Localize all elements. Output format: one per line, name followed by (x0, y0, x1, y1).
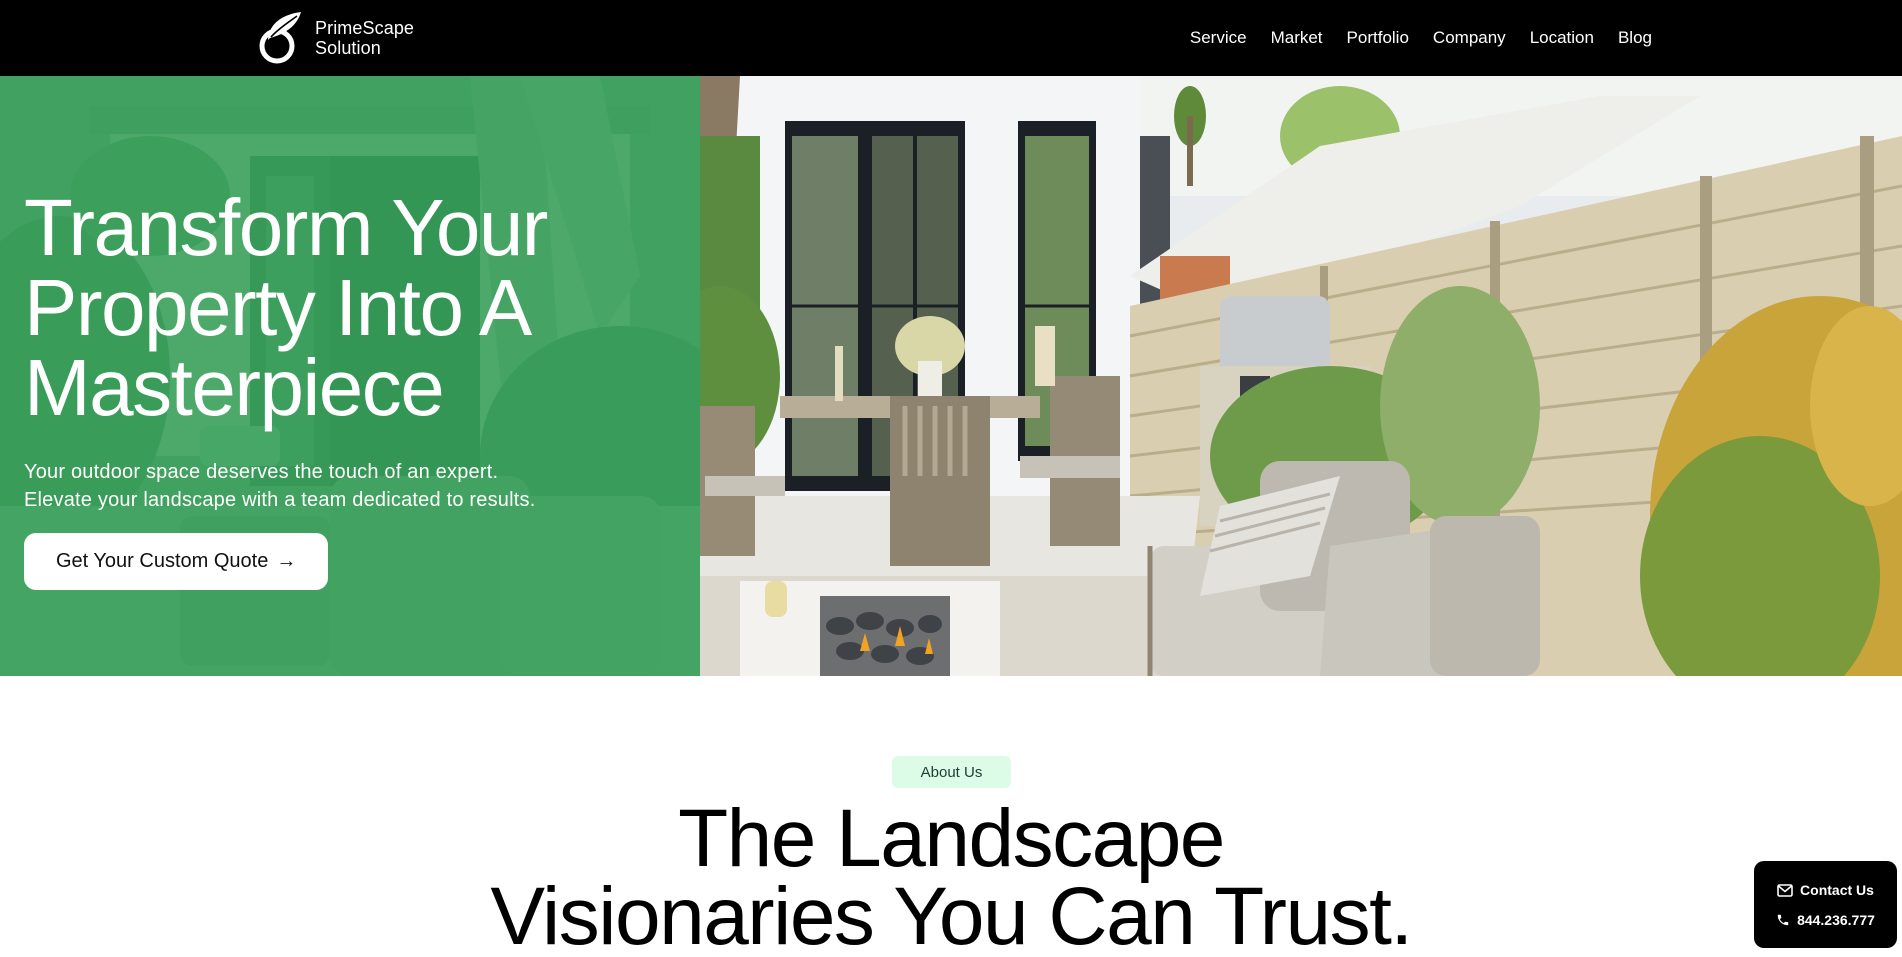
hero-subtitle-line1: Your outdoor space deserves the touch of… (24, 461, 499, 483)
hero-title-line1: Transform Your (24, 183, 548, 272)
nav-item-portfolio[interactable]: Portfolio (1347, 28, 1409, 48)
hero-subtitle: Your outdoor space deserves the touch of… (24, 458, 684, 514)
brand-name-line1: PrimeScape (315, 18, 415, 38)
brand-name-line2: Solution (315, 38, 381, 58)
leaf-ring-icon (259, 12, 301, 64)
hero-subtitle-line2: Elevate your landscape with a team dedic… (24, 489, 536, 511)
hero-title-line2: Property Into A (24, 263, 532, 352)
phone-number: 844.236.777 (1797, 912, 1875, 928)
nav-item-blog[interactable]: Blog (1618, 28, 1652, 48)
hero-left-panel: Transform Your Property Into A Masterpie… (0, 76, 700, 676)
hero-section: Transform Your Property Into A Masterpie… (0, 76, 1902, 676)
contact-widget: Contact Us 844.236.777 (1754, 861, 1897, 948)
nav-item-service[interactable]: Service (1190, 28, 1247, 48)
about-us-badge: About Us (892, 756, 1011, 788)
phone-link[interactable]: 844.236.777 (1754, 905, 1897, 935)
contact-us-label: Contact Us (1800, 882, 1874, 898)
arrow-right-icon: → (276, 550, 297, 572)
hero-title: Transform Your Property Into A Masterpie… (24, 188, 684, 428)
patio-photo (700, 76, 1902, 676)
get-quote-button[interactable]: Get Your Custom Quote → (24, 533, 329, 590)
get-quote-button-label: Get Your Custom Quote (56, 550, 269, 572)
nav-item-company[interactable]: Company (1433, 28, 1506, 48)
hero-patio-image (700, 76, 1902, 676)
nav-item-location[interactable]: Location (1530, 28, 1594, 48)
main-nav: Service Market Portfolio Company Locatio… (1190, 0, 1652, 76)
nav-item-market[interactable]: Market (1271, 28, 1323, 48)
about-heading-line2: Visionaries You Can Trust. (490, 871, 1413, 957)
contact-us-button[interactable]: Contact Us (1754, 875, 1897, 905)
brand-wordmark: PrimeScape Solution (315, 18, 414, 58)
phone-icon (1777, 914, 1789, 926)
site-header: PrimeScape Solution Service Market Portf… (0, 0, 1902, 76)
hero-title-line3: Masterpiece (24, 343, 445, 432)
brand-logo[interactable]: PrimeScape Solution (255, 8, 414, 68)
mail-icon (1777, 883, 1793, 897)
about-heading: The Landscape Visionaries You Can Trust. (0, 793, 1902, 957)
about-heading-line1: The Landscape (678, 793, 1225, 884)
hero-content: Transform Your Property Into A Masterpie… (24, 188, 684, 590)
